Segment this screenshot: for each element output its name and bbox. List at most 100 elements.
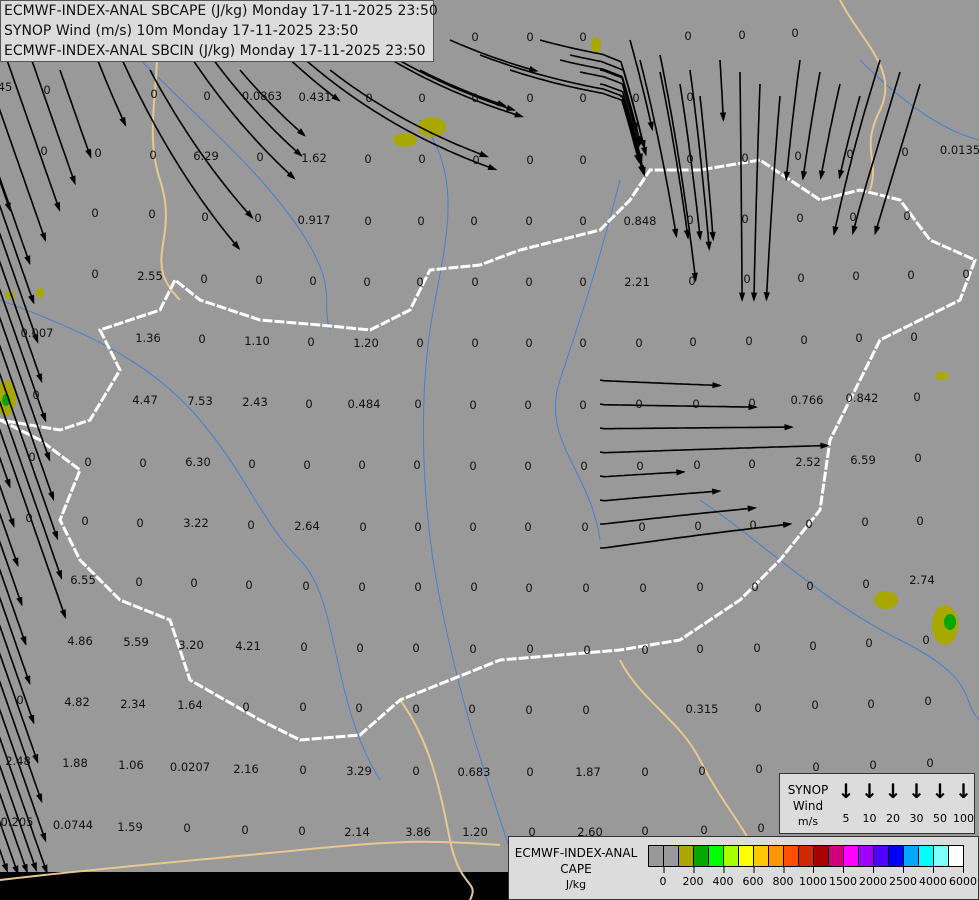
cape-value: 0 <box>797 271 805 285</box>
cape-value: 0 <box>583 643 591 657</box>
cape-value: 0.0207 <box>169 760 211 774</box>
wind-legend-item: ↓ 20 <box>881 780 905 825</box>
cape-legend: ECMWF-INDEX-ANAL CAPE J/kg 0 200 400 600 800… <box>508 836 979 900</box>
wind-arrow-icon: ↓ <box>861 779 878 803</box>
cape-value: 1.20 <box>353 336 379 350</box>
cape-value: 0 <box>414 520 422 534</box>
cape-value: 0 <box>794 149 802 163</box>
title-box: ECMWF-INDEX-ANAL SBCAPE (J/kg) Monday 17… <box>0 0 438 62</box>
cape-value: 0.683 <box>457 765 491 779</box>
cape-value: 0 <box>694 519 702 533</box>
cape-value: 0 <box>686 152 694 166</box>
color-swatch <box>874 846 889 866</box>
cape-value: 0 <box>91 206 99 220</box>
cape-value: 0 <box>926 756 934 770</box>
cape-value: 0 <box>809 639 817 653</box>
cape-value: 0 <box>852 269 860 283</box>
cape-area <box>874 591 898 609</box>
cape-value: 0 <box>748 457 756 471</box>
cape-value: 0 <box>81 514 89 528</box>
cape-value: 4.82 <box>64 695 90 709</box>
wind-legend-item: ↓ 100 <box>952 780 976 825</box>
cape-value: 0 <box>579 398 587 412</box>
cape-value: 0 <box>526 642 534 656</box>
cape-value: 6.55 <box>70 573 96 587</box>
wind-speed-label: 100 <box>953 812 974 825</box>
cape-value: 0 <box>962 267 970 281</box>
cape-value: 0 <box>867 697 875 711</box>
wind-arrow-icon: ↓ <box>837 779 855 803</box>
cape-value: 0.0135 <box>939 143 979 157</box>
wind-speed-label: 10 <box>862 812 877 825</box>
cape-value: 0 <box>32 388 40 402</box>
color-scale-tick: 6000 <box>949 867 977 888</box>
wind-legend-item: ↓ 30 <box>905 780 929 825</box>
cape-value: 0 <box>741 212 749 226</box>
cape-value: 0 <box>470 214 478 228</box>
cape-value: 1.20 <box>462 825 488 839</box>
cape-value: 0 <box>686 213 694 227</box>
cape-value: 1.59 <box>117 820 143 834</box>
cape-value: 1.62 <box>301 151 327 165</box>
cape-value: 0 <box>812 760 820 774</box>
cape-value: 0 <box>248 457 256 471</box>
cape-value: 2.55 <box>137 269 163 283</box>
cape-value: 0 <box>302 579 310 593</box>
cape-value: 0 <box>469 642 477 656</box>
color-scale <box>648 845 964 867</box>
cape-value: 4.86 <box>67 634 93 648</box>
cape-value: 0 <box>579 214 587 228</box>
cape-value: 0 <box>418 91 426 105</box>
cape-value: 0 <box>525 275 533 289</box>
wind-legend-label: SYNOP Wind m/s <box>780 782 836 830</box>
cape-value: 0 <box>242 700 250 714</box>
cape-value: 0 <box>309 274 317 288</box>
cape-value: 0 <box>135 575 143 589</box>
cape-value: 0 <box>471 275 479 289</box>
wind-legend-item: ↓ 10 <box>858 780 882 825</box>
wind-legend-title: SYNOP <box>787 783 829 797</box>
cape-value: 2.16 <box>233 762 259 776</box>
cape-value: 0 <box>525 336 533 350</box>
color-swatch <box>829 846 844 866</box>
cape-value: 0 <box>358 580 366 594</box>
cape-value: 0 <box>94 146 102 160</box>
cape-legend-unit: J/kg <box>565 878 587 891</box>
cape-value: 0 <box>635 397 643 411</box>
wind-arrow-icon: ↓ <box>884 779 902 803</box>
cape-value: 0 <box>791 26 799 40</box>
cape-value: 0 <box>757 821 765 835</box>
cape-value: 0 <box>139 456 147 470</box>
cape-value: 0 <box>201 210 209 224</box>
title-line-sbcin: ECMWF-INDEX-ANAL SBCIN (J/kg) Monday 17-… <box>4 43 426 59</box>
cape-value: 0 <box>692 397 700 411</box>
cape-value: 0 <box>28 450 36 464</box>
cape-value: 0 <box>693 458 701 472</box>
cape-value: 0.205 <box>0 815 34 829</box>
cape-value: 0 <box>524 459 532 473</box>
cape-value: 0 <box>365 91 373 105</box>
cape-value: 0 <box>636 459 644 473</box>
cape-value: 0 <box>689 335 697 349</box>
wind-speed-label: 30 <box>909 812 924 825</box>
cape-value: 0 <box>43 83 51 97</box>
cape-value: 0 <box>256 150 264 164</box>
cape-value: 0 <box>524 398 532 412</box>
cape-value: 0.315 <box>685 702 719 716</box>
color-scale-tick: 200 <box>682 867 704 888</box>
cape-value: 0 <box>913 390 921 404</box>
wind-arrow-icon: ↓ <box>931 779 949 803</box>
cape-value: 0 <box>641 765 649 779</box>
cape-value: 4.47 <box>132 393 158 407</box>
cape-value: 0 <box>903 209 911 223</box>
cape-value: 0 <box>247 518 255 532</box>
cape-area <box>944 614 956 630</box>
cape-value: 0 <box>806 579 814 593</box>
cape-value: 0 <box>916 514 924 528</box>
cape-value: 0 <box>412 764 420 778</box>
cape-value: 0.0863 <box>241 89 283 103</box>
cape-value: 0 <box>414 580 422 594</box>
cape-value: 0 <box>254 211 262 225</box>
color-scale-tick: 4000 <box>919 867 947 888</box>
cape-area <box>591 37 601 53</box>
